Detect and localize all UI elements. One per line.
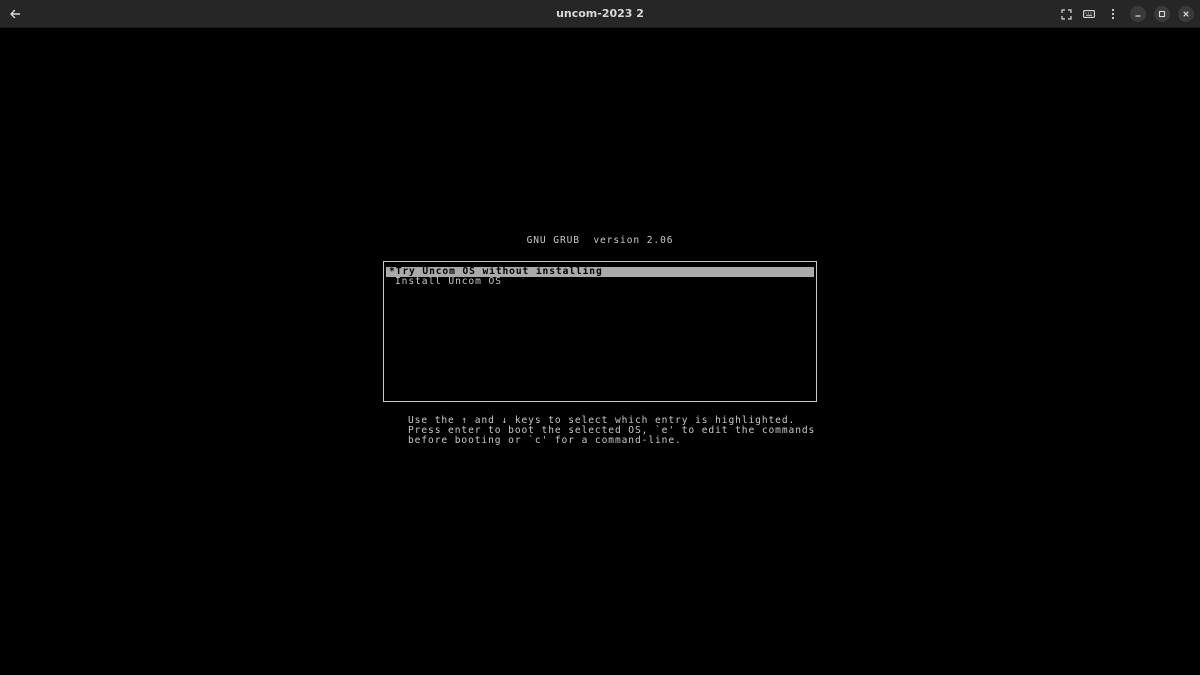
fullscreen-button[interactable] bbox=[1056, 4, 1076, 24]
kebab-menu-icon bbox=[1111, 8, 1115, 20]
maximize-button[interactable] bbox=[1154, 6, 1170, 22]
window-titlebar: uncom-2023 2 bbox=[0, 0, 1200, 28]
close-icon bbox=[1183, 11, 1189, 17]
keyboard-icon bbox=[1083, 10, 1095, 18]
grub-header: GNU GRUB version 2.06 bbox=[526, 235, 674, 246]
back-button[interactable] bbox=[5, 4, 25, 24]
help-line: before booting or `c' for a command-line… bbox=[408, 435, 682, 446]
menu-button[interactable] bbox=[1103, 4, 1123, 24]
window-title: uncom-2023 2 bbox=[556, 7, 644, 20]
maximize-icon bbox=[1158, 10, 1166, 18]
minimize-icon bbox=[1135, 15, 1141, 17]
minimize-button[interactable] bbox=[1130, 6, 1146, 22]
vm-screen[interactable]: GNU GRUB version 2.06 *Try Uncom OS with… bbox=[0, 29, 1200, 675]
grub-menu: *Try Uncom OS without installing Install… bbox=[383, 261, 817, 402]
keyboard-button[interactable] bbox=[1079, 4, 1099, 24]
fullscreen-icon bbox=[1060, 8, 1072, 20]
menu-entry-label: Install Uncom OS bbox=[395, 276, 502, 287]
menu-entry-install-uncom[interactable]: Install Uncom OS bbox=[386, 277, 814, 287]
arrow-left-icon bbox=[10, 9, 21, 19]
close-button[interactable] bbox=[1178, 6, 1194, 22]
